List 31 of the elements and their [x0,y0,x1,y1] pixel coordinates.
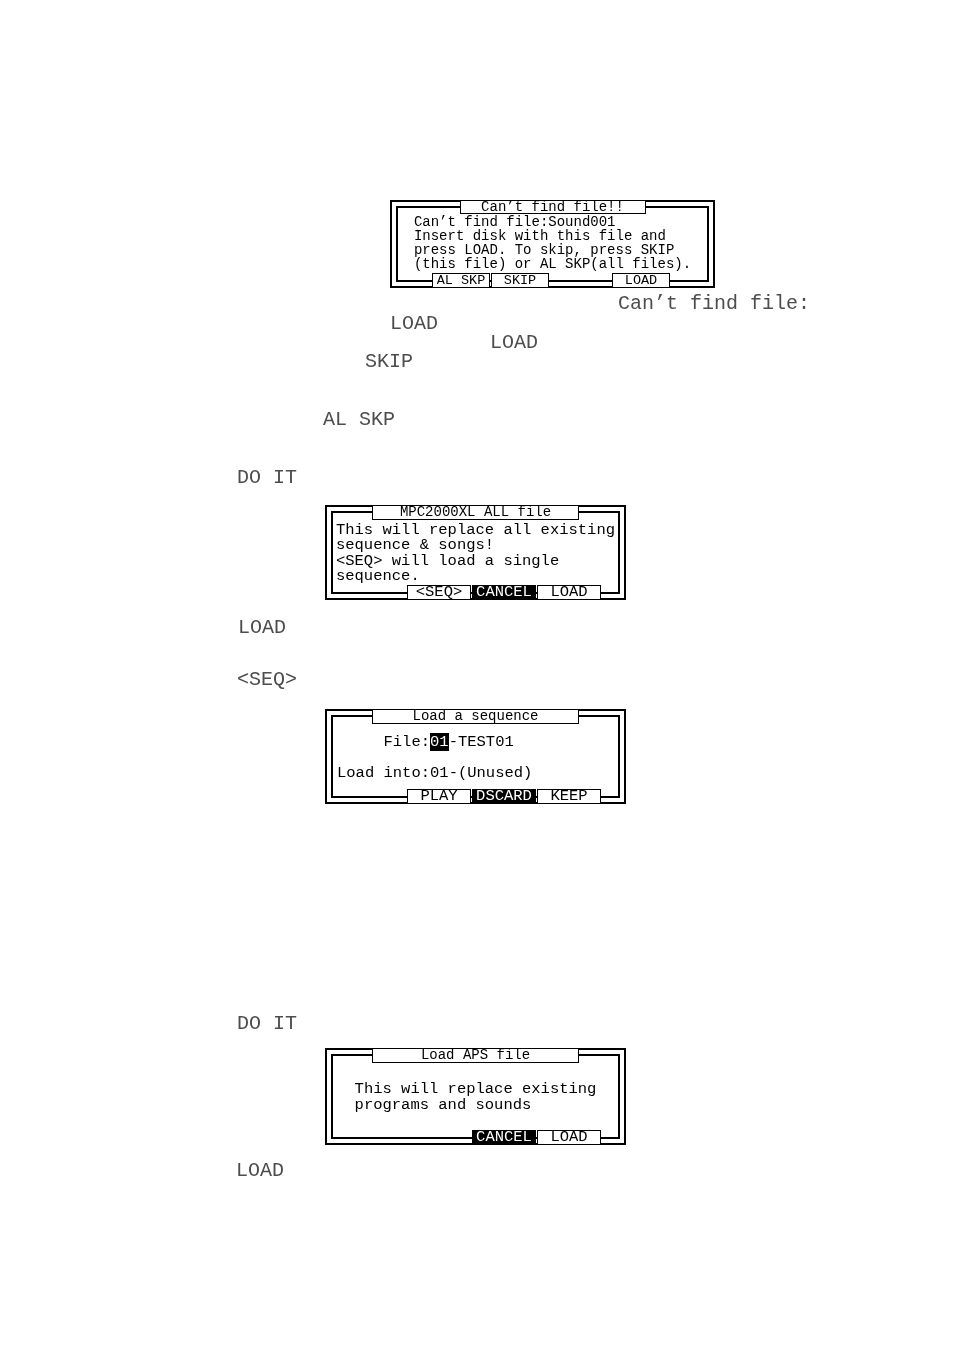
soft-key[interactable]: DSCARD [472,789,536,804]
sequence-name: -(Unused) [448,764,533,782]
soft-key[interactable]: LOAD [537,1130,601,1145]
soft-key[interactable]: SKIP [491,273,549,288]
term-label: Can’t find file: [618,294,811,313]
field-label: File: [383,734,430,750]
soft-key[interactable]: PLAY [407,789,471,804]
soft-key[interactable]: KEEP [537,789,601,804]
sequence-name: -TEST01 [448,733,514,751]
term-label: LOAD [490,333,538,352]
term-label: AL SKP [323,410,395,429]
number-field[interactable]: 01 [430,764,449,782]
term-label: DO IT [237,1014,297,1033]
soft-key[interactable]: CANCEL [472,585,536,600]
dialog-title: Load a sequence [372,709,579,724]
dialog-message: This will replace existing programs and sounds [354,1082,597,1113]
field-label: Load into: [337,765,430,781]
soft-key[interactable]: AL SKP [432,273,490,288]
soft-key[interactable]: <SEQ> [407,585,471,600]
dialog-message: Can’t find file:Sound001 Insert disk with this file and press LOAD. To skip, press SKIP (this file) or AL SKP(all files). [413,215,692,271]
dialog-message: This will replace all existing sequence & songs! <SEQ> will load a single sequence. [335,522,615,585]
term-label: <SEQ> [237,670,297,689]
soft-key[interactable]: CANCEL [472,1130,536,1145]
term-label: LOAD [236,1161,284,1180]
soft-key[interactable]: LOAD [612,273,670,288]
term-label: LOAD [238,618,286,637]
term-label: LOAD [390,314,438,333]
term-label: SKIP [365,352,413,371]
term-label: DO IT [237,468,297,487]
soft-key[interactable]: LOAD [537,585,601,600]
number-field[interactable]: 01 [430,733,449,751]
